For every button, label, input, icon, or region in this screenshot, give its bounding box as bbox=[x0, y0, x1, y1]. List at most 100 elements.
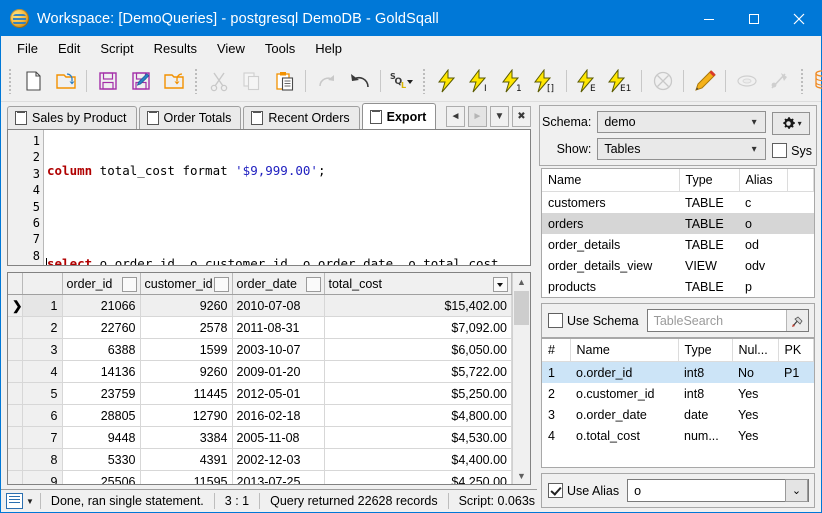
cell-total-cost[interactable]: $7,092.00 bbox=[324, 316, 512, 339]
menu-results[interactable]: Results bbox=[144, 38, 207, 60]
scroll-up-icon[interactable]: ▲ bbox=[513, 273, 530, 290]
cell-customer-id[interactable]: 3384 bbox=[140, 426, 233, 449]
cell-order-id[interactable]: 6388 bbox=[62, 338, 141, 361]
cell-order-date[interactable]: 2010-07-08 bbox=[232, 294, 325, 317]
list-item[interactable]: 3 o.order_date date Yes bbox=[542, 404, 814, 425]
list-item[interactable]: 1 o.order_id int8 No P1 bbox=[542, 361, 814, 383]
list-item[interactable]: orders TABLE o bbox=[542, 213, 814, 234]
table-row[interactable]: 7 9448 3384 2005-11-08 $4,530.00 bbox=[8, 426, 512, 449]
use-schema-checkbox[interactable] bbox=[548, 313, 563, 328]
new-file-icon[interactable] bbox=[16, 64, 49, 98]
sql-editor[interactable]: 1 2 3 4 5 6 7 8 column total_cost format… bbox=[7, 129, 531, 266]
column-filter-button[interactable] bbox=[213, 277, 229, 292]
list-item[interactable]: products TABLE p bbox=[542, 276, 814, 297]
table-row[interactable]: 5 23759 11445 2012-05-01 $5,250.00 bbox=[8, 382, 512, 405]
table-row[interactable]: 3 6388 1599 2003-10-07 $6,050.00 bbox=[8, 338, 512, 361]
use-schema-checkbox-row[interactable]: Use Schema bbox=[548, 313, 639, 328]
scrollbar-thumb[interactable] bbox=[514, 291, 529, 325]
columns-header-num[interactable]: # bbox=[542, 339, 571, 362]
undo-icon[interactable] bbox=[343, 64, 376, 98]
menu-view[interactable]: View bbox=[207, 38, 255, 60]
object-header-alias[interactable]: Alias bbox=[739, 169, 788, 192]
cell-order-id[interactable]: 5330 bbox=[62, 448, 141, 471]
cell-total-cost[interactable]: $4,400.00 bbox=[324, 448, 512, 471]
table-row[interactable]: ❯ 1 21066 9260 2010-07-08 $15,402.00 bbox=[8, 294, 512, 317]
tab-recent-orders[interactable]: Recent Orders bbox=[243, 106, 360, 129]
close-file-icon[interactable] bbox=[157, 64, 190, 98]
commit-icon[interactable] bbox=[730, 64, 763, 98]
cell-order-id[interactable]: 9448 bbox=[62, 426, 141, 449]
chevron-down-icon[interactable]: ▼ bbox=[26, 497, 34, 506]
cell-total-cost[interactable]: $4,530.00 bbox=[324, 426, 512, 449]
sql-format-icon[interactable]: SQL bbox=[385, 64, 418, 98]
cell-order-date[interactable]: 2012-05-01 bbox=[232, 382, 325, 405]
cell-customer-id[interactable]: 12790 bbox=[140, 404, 233, 427]
run-current-icon[interactable]: 1 bbox=[496, 64, 529, 98]
search-broom-icon[interactable] bbox=[786, 310, 808, 331]
column-filter-button[interactable] bbox=[305, 277, 321, 292]
use-alias-checkbox-row[interactable]: Use Alias bbox=[548, 483, 619, 498]
column-header-order-date[interactable]: order_date bbox=[232, 273, 325, 295]
cell-total-cost[interactable]: $4,800.00 bbox=[324, 404, 512, 427]
schema-select[interactable]: demo ▾ bbox=[597, 111, 767, 133]
table-row[interactable]: 6 28805 12790 2016-02-18 $4,800.00 bbox=[8, 404, 512, 427]
cell-order-id[interactable]: 14136 bbox=[62, 360, 141, 383]
column-filter-button[interactable] bbox=[121, 277, 137, 292]
cell-total-cost[interactable]: $5,722.00 bbox=[324, 360, 512, 383]
columns-header-pk[interactable]: PK bbox=[778, 339, 814, 362]
tab-export[interactable]: Export bbox=[361, 103, 437, 129]
list-item[interactable]: order_details TABLE od bbox=[542, 234, 814, 255]
table-row[interactable]: 2 22760 2578 2011-08-31 $7,092.00 bbox=[8, 316, 512, 339]
edit-data-icon[interactable] bbox=[688, 64, 721, 98]
cell-customer-id[interactable]: 11445 bbox=[140, 382, 233, 405]
cell-order-date[interactable]: 2013-07-25 bbox=[232, 470, 325, 484]
tab-next-button[interactable]: ► bbox=[468, 106, 487, 127]
columns-header-nullable[interactable]: Nul... bbox=[732, 339, 779, 362]
column-header-total-cost[interactable]: total_cost bbox=[324, 273, 512, 295]
table-search-input[interactable]: TableSearch bbox=[646, 309, 809, 332]
cut-icon[interactable] bbox=[202, 64, 235, 98]
cell-customer-id[interactable]: 9260 bbox=[140, 294, 233, 317]
menu-help[interactable]: Help bbox=[305, 38, 352, 60]
alias-dropdown-button[interactable]: ⌄ bbox=[785, 479, 808, 502]
cell-customer-id[interactable]: 2578 bbox=[140, 316, 233, 339]
run-export-icon[interactable]: E bbox=[571, 64, 604, 98]
cell-order-date[interactable]: 2016-02-18 bbox=[232, 404, 325, 427]
cell-order-id[interactable]: 25506 bbox=[62, 470, 141, 484]
scroll-down-icon[interactable]: ▼ bbox=[513, 467, 530, 484]
columns-header-type[interactable]: Type bbox=[678, 339, 733, 362]
table-row[interactable]: 9 25506 11595 2013-07-25 $4,250.00 bbox=[8, 470, 512, 484]
tab-prev-button[interactable]: ◄ bbox=[446, 106, 465, 127]
tab-sales-by-product[interactable]: Sales by Product bbox=[7, 106, 137, 129]
cell-order-id[interactable]: 28805 bbox=[62, 404, 141, 427]
cell-total-cost[interactable]: $5,250.00 bbox=[324, 382, 512, 405]
column-header-customer-id[interactable]: customer_id bbox=[140, 273, 233, 295]
cell-order-date[interactable]: 2009-01-20 bbox=[232, 360, 325, 383]
column-sort-button[interactable] bbox=[493, 277, 508, 292]
tab-order-totals[interactable]: Order Totals bbox=[138, 106, 242, 129]
minimize-button[interactable] bbox=[686, 1, 731, 36]
cell-customer-id[interactable]: 11595 bbox=[140, 470, 233, 484]
run-export-one-icon[interactable]: E1 bbox=[604, 64, 637, 98]
cell-total-cost[interactable]: $4,250.00 bbox=[324, 470, 512, 484]
menu-file[interactable]: File bbox=[7, 38, 48, 60]
cell-customer-id[interactable]: 9260 bbox=[140, 360, 233, 383]
cell-order-id[interactable]: 22760 bbox=[62, 316, 141, 339]
cell-total-cost[interactable]: $6,050.00 bbox=[324, 338, 512, 361]
run-statement-icon[interactable]: I bbox=[463, 64, 496, 98]
cell-customer-id[interactable]: 1599 bbox=[140, 338, 233, 361]
run-script-icon[interactable] bbox=[430, 64, 463, 98]
menu-tools[interactable]: Tools bbox=[255, 38, 305, 60]
object-list[interactable]: Name Type Alias customers TABLE c orders… bbox=[541, 168, 815, 298]
save-as-icon[interactable] bbox=[124, 64, 157, 98]
list-item[interactable]: customers TABLE c bbox=[542, 192, 814, 214]
cell-order-id[interactable]: 23759 bbox=[62, 382, 141, 405]
open-file-icon[interactable] bbox=[49, 64, 82, 98]
use-alias-checkbox[interactable] bbox=[548, 483, 563, 498]
tab-list-button[interactable]: ▼ bbox=[490, 106, 509, 127]
close-button[interactable] bbox=[776, 1, 821, 36]
object-header-name[interactable]: Name bbox=[542, 169, 680, 192]
results-grid[interactable]: order_id customer_id order_date total_co… bbox=[7, 272, 531, 485]
columns-list[interactable]: # Name Type Nul... PK 1 o.order_id int8 bbox=[541, 338, 815, 468]
list-item[interactable]: 4 o.total_cost num... Yes bbox=[542, 425, 814, 446]
